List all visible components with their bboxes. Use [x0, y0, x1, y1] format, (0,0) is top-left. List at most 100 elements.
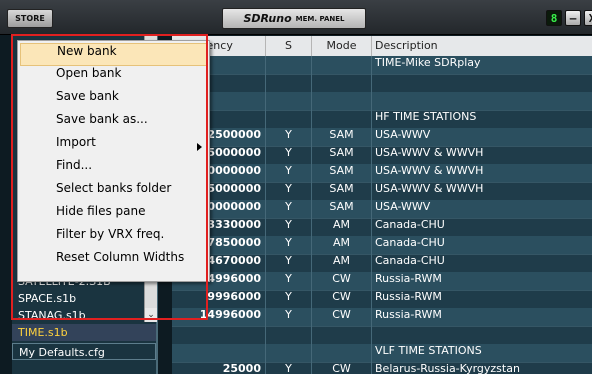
cell-description: USA-WWV & WWVH — [375, 164, 484, 177]
menu-item-reset-columns[interactable]: Reset Column Widths — [20, 250, 207, 273]
cell-mode — [312, 344, 372, 362]
cell-s — [266, 92, 312, 110]
file-item-selected[interactable]: TIME.s1b — [12, 324, 156, 341]
cell-mode — [312, 92, 372, 110]
context-menu: New bank Open bank Save bank Save bank a… — [17, 40, 210, 282]
cell-description: HF TIME STATIONS — [375, 110, 477, 123]
cell-description: Russia-RWM — [375, 290, 442, 303]
cell-mode: SAM — [312, 128, 372, 146]
cell-s: Y — [266, 254, 312, 272]
cell-description: USA-WWV & WWVH — [375, 182, 484, 195]
cell-s: Y — [266, 308, 312, 326]
table-row[interactable]: HF TIME STATIONS — [172, 110, 592, 129]
cell-description — [372, 74, 592, 92]
cell-s: Y — [266, 146, 312, 164]
table-row[interactable]: 25000 Y CW Belarus-Russia-Kyrgyzstan — [172, 362, 592, 374]
cell-mode: SAM — [312, 146, 372, 164]
table-row[interactable]: 5000000 Y SAM USA-WWV & WWVH — [172, 146, 592, 165]
menu-item-import[interactable]: Import — [20, 135, 207, 158]
menu-item-save-bank-as[interactable]: Save bank as... — [20, 112, 207, 135]
file-item[interactable]: SPACE.s1b — [12, 290, 156, 307]
cell-mode — [312, 74, 372, 92]
cell-description: USA-WWV — [375, 200, 431, 213]
table-row[interactable]: 2500000 Y SAM USA-WWV — [172, 128, 592, 147]
cell-mode: CW — [312, 272, 372, 290]
table-row[interactable]: 9996000 Y CW Russia-RWM — [172, 290, 592, 309]
minimize-button[interactable]: — — [565, 10, 581, 26]
cell-description: VLF TIME STATIONS — [375, 344, 482, 357]
cell-s: Y — [266, 200, 312, 218]
menu-item-find[interactable]: Find... — [20, 158, 207, 181]
table-row[interactable]: 4996000 Y CW Russia-RWM — [172, 272, 592, 291]
cell-s: Y — [266, 182, 312, 200]
header-s[interactable]: S — [266, 36, 312, 56]
cell-mode: AM — [312, 236, 372, 254]
cell-s: Y — [266, 272, 312, 290]
menu-item-filter-vrx[interactable]: Filter by VRX freq. — [20, 227, 207, 250]
cell-mode — [312, 110, 372, 128]
cell-mode: CW — [312, 290, 372, 308]
header-mode[interactable]: Mode — [312, 36, 372, 56]
panel-title: SDRuno MEM. PANEL — [222, 8, 366, 29]
cell-description: USA-WWV & WWVH — [375, 146, 484, 159]
store-button[interactable]: STORE — [7, 9, 53, 28]
close-button[interactable]: X — [584, 10, 592, 26]
table-row[interactable]: 15000000 Y SAM USA-WWV & WWVH — [172, 182, 592, 201]
window-controls: 8 — X — [546, 10, 592, 26]
file-item[interactable]: My Defaults.cfg — [12, 343, 156, 360]
menu-item-hide-files-pane[interactable]: Hide files pane — [20, 204, 207, 227]
cell-description — [372, 92, 592, 110]
cell-mode: AM — [312, 218, 372, 236]
cell-description: USA-WWV — [375, 128, 431, 141]
cell-s — [266, 56, 312, 74]
table-row[interactable]: VLF TIME STATIONS — [172, 344, 592, 363]
table-row[interactable]: 7850000 Y AM Canada-CHU — [172, 236, 592, 255]
cell-mode — [312, 326, 372, 344]
cell-mode: SAM — [312, 200, 372, 218]
title-bar: STORE SDRuno MEM. PANEL 8 — X — [0, 0, 592, 35]
cell-frequency — [172, 344, 266, 362]
cell-mode — [312, 56, 372, 74]
cell-s — [266, 344, 312, 362]
cell-s: Y — [266, 362, 312, 374]
cell-mode: SAM — [312, 164, 372, 182]
table-row[interactable] — [172, 74, 592, 93]
table-row[interactable]: 14996000 Y CW Russia-RWM — [172, 308, 592, 327]
cell-frequency: 9996000 — [172, 290, 266, 308]
table-row[interactable] — [172, 326, 592, 345]
table-row[interactable]: 3330000 Y AM Canada-CHU — [172, 218, 592, 237]
cell-description — [372, 326, 592, 344]
menu-item-select-banks-folder[interactable]: Select banks folder — [20, 181, 207, 204]
menu-item-save-bank[interactable]: Save bank — [20, 89, 207, 112]
submenu-arrow-icon — [197, 143, 202, 151]
cell-description: Canada-CHU — [375, 236, 445, 249]
panel-counter: 8 — [546, 10, 562, 26]
table-row[interactable] — [172, 92, 592, 111]
cell-frequency: 25000 — [172, 362, 266, 374]
title-panel-name: MEM. PANEL — [295, 14, 345, 23]
table-row[interactable]: 14670000 Y AM Canada-CHU — [172, 254, 592, 273]
title-app-name: SDRuno — [243, 12, 292, 25]
scroll-down-icon[interactable]: ⌄ — [145, 308, 157, 322]
cell-frequency — [172, 326, 266, 344]
cell-s — [266, 74, 312, 92]
cell-description: Russia-RWM — [375, 272, 442, 285]
header-description[interactable]: Description — [372, 36, 592, 56]
menu-item-import-label: Import — [56, 135, 96, 149]
table-row[interactable]: TIME-Mike SDRplay — [172, 56, 592, 75]
cell-description: Canada-CHU — [375, 254, 445, 267]
menu-item-new-bank[interactable]: New bank — [20, 43, 207, 66]
table-header: Frequency S Mode Description — [172, 36, 592, 56]
cell-mode: SAM — [312, 182, 372, 200]
menu-item-open-bank[interactable]: Open bank — [20, 66, 207, 89]
table-row[interactable]: 10000000 Y SAM USA-WWV & WWVH — [172, 164, 592, 183]
cell-s — [266, 326, 312, 344]
cell-s: Y — [266, 218, 312, 236]
table-row[interactable]: 20000000 Y SAM USA-WWV — [172, 200, 592, 219]
memory-panel-window: STORE SDRuno MEM. PANEL 8 — X AMATEUR RA… — [0, 0, 592, 374]
cell-description: Belarus-Russia-Kyrgyzstan — [375, 362, 520, 374]
memory-table: Frequency S Mode Description TIME-Mike S… — [172, 36, 592, 374]
file-item[interactable]: STANAG.s1b — [12, 307, 156, 324]
cell-s: Y — [266, 290, 312, 308]
cell-s: Y — [266, 236, 312, 254]
